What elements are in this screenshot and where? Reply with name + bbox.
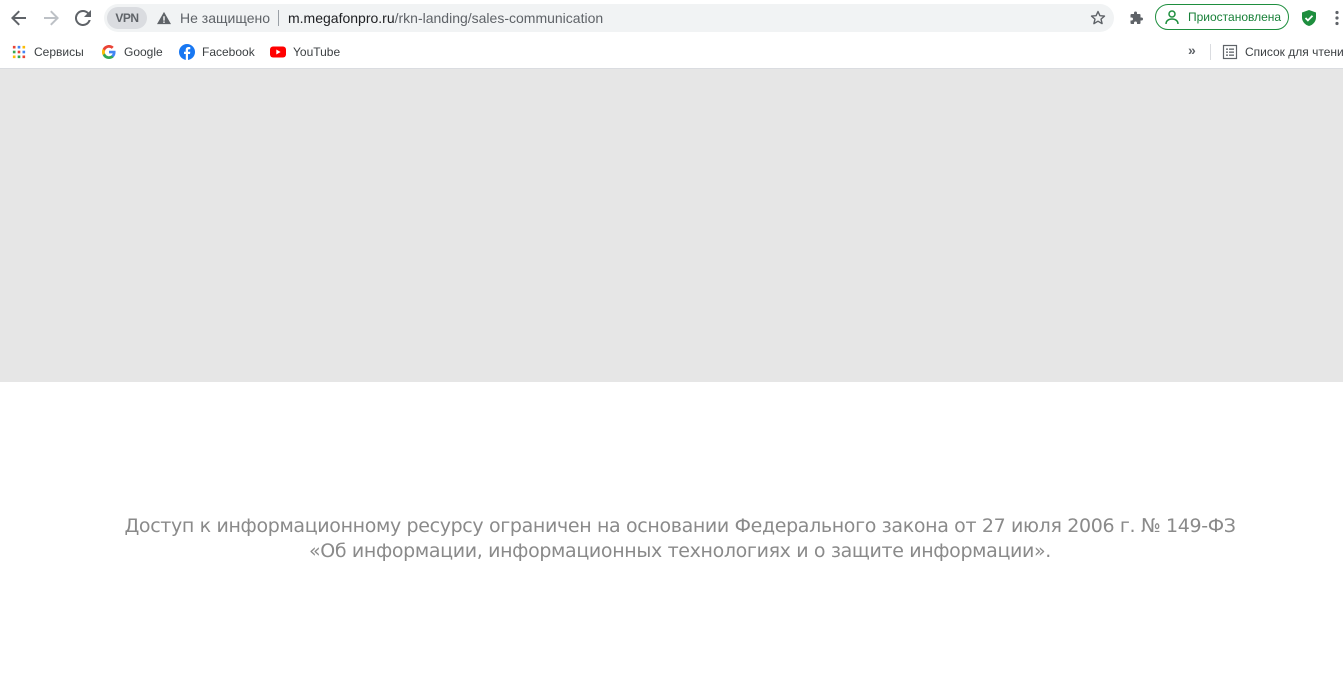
bookmarks-divider <box>1210 44 1211 60</box>
bookmark-label: Google <box>124 45 163 59</box>
reading-list-label: Список для чтения <box>1245 45 1343 59</box>
person-icon <box>1165 10 1179 25</box>
bookmark-services[interactable]: Сервисы <box>11 42 84 62</box>
security-status[interactable]: Не защищено <box>180 10 270 26</box>
reading-list-icon <box>1222 44 1238 60</box>
browser-toolbar: VPN Не защищено m.megafonpro.ru/rkn-land… <box>0 0 1343 36</box>
reload-button[interactable] <box>67 2 99 34</box>
back-button[interactable] <box>3 2 35 34</box>
facebook-icon <box>179 44 195 60</box>
url-host: m.megafonpro.ru <box>288 10 395 26</box>
reload-icon <box>75 10 91 26</box>
google-icon <box>101 44 117 60</box>
warning-icon[interactable] <box>157 11 171 25</box>
shield-check-icon[interactable] <box>1300 9 1318 27</box>
url-text[interactable]: m.megafonpro.ru/rkn-landing/sales-commun… <box>288 10 603 26</box>
bookmark-star-icon[interactable] <box>1090 10 1106 26</box>
bookmark-label: Facebook <box>202 45 255 59</box>
bookmarks-bar: Сервисы Google Facebook YouTube » Список… <box>0 36 1343 69</box>
url-path: /rkn-landing/sales-communication <box>394 10 604 26</box>
extensions-puzzle-icon[interactable] <box>1128 10 1144 26</box>
bookmark-label: YouTube <box>293 45 341 59</box>
notice-line-2: «Об информации, информационных технологи… <box>308 540 1051 562</box>
bookmark-youtube[interactable]: YouTube <box>270 42 340 62</box>
bookmark-google[interactable]: Google <box>101 42 163 62</box>
bookmark-facebook[interactable]: Facebook <box>179 42 255 62</box>
address-bar[interactable]: VPN Не защищено m.megafonpro.ru/rkn-land… <box>104 4 1114 32</box>
bookmark-label: Сервисы <box>34 45 84 59</box>
back-arrow-icon <box>11 10 26 26</box>
forward-arrow-icon <box>44 10 59 26</box>
profile-status-chip[interactable]: Приостановлена <box>1155 4 1289 30</box>
omnibox-divider <box>278 10 279 26</box>
vpn-badge[interactable]: VPN <box>107 7 147 29</box>
youtube-icon <box>270 44 286 60</box>
forward-button[interactable] <box>35 2 67 34</box>
bookmarks-overflow-button[interactable]: » <box>1188 42 1196 58</box>
page-content: Доступ к информационному ресурсу огранич… <box>0 69 1343 694</box>
access-restricted-notice: Доступ к информационному ресурсу огранич… <box>0 514 1343 564</box>
apps-grid-icon <box>11 44 27 60</box>
vpn-label: VPN <box>115 11 139 25</box>
reading-list-button[interactable]: Список для чтения <box>1222 42 1343 62</box>
kebab-menu-icon[interactable] <box>1334 10 1340 26</box>
notice-line-1: Доступ к информационному ресурсу огранич… <box>124 515 1236 537</box>
profile-status-label: Приостановлена <box>1188 10 1282 24</box>
header-banner <box>0 69 1343 382</box>
